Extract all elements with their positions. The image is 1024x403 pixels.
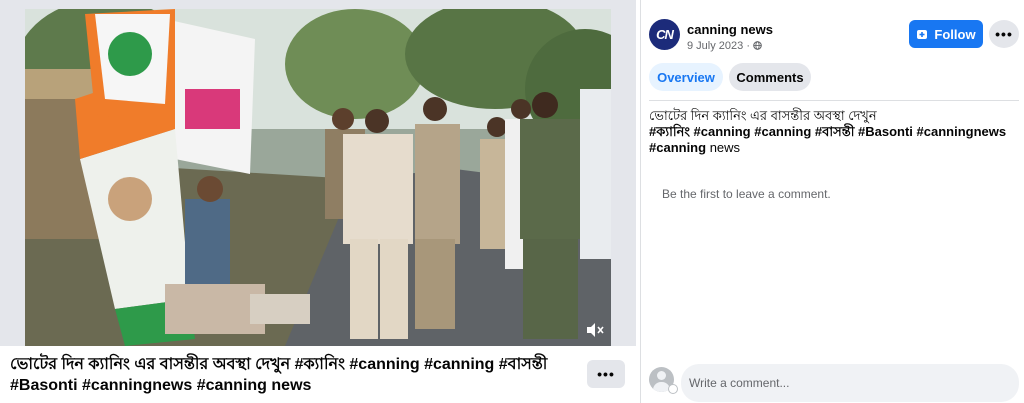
post-details-panel: CN canning news 9 July 2023 · Follow •••…	[640, 0, 1024, 403]
video-caption-bar: ভোটের দিন ক্যানিং এর বাসন্তীর অবস্থা দেখ…	[0, 346, 636, 403]
page-name[interactable]: canning news	[687, 22, 773, 37]
post-trailing-word: news	[709, 140, 741, 155]
page-avatar[interactable]: CN	[649, 19, 680, 50]
media-column: ভোটের দিন ক্যানিং এর বাসন্তীর অবস্থা দেখ…	[0, 0, 636, 403]
more-horizontal-icon: •••	[597, 366, 615, 382]
post-date-sep: ·	[746, 40, 754, 52]
comment-composer	[641, 362, 1024, 403]
tabs-divider	[649, 100, 1019, 101]
globe-icon	[753, 41, 762, 50]
post-viewer: ভোটের দিন ক্যানিং এর বাসন্তীর অবস্থা দেখ…	[0, 0, 1024, 403]
post-hashtags[interactable]: #ক্যানিং #canning #canning #বাসন্তী #Bas…	[649, 124, 1009, 140]
video-frame	[25, 9, 611, 346]
post-text-line: ভোটের দিন ক্যানিং এর বাসন্তীর অবস্থা দেখ…	[649, 108, 877, 123]
more-horizontal-icon: •••	[995, 26, 1013, 42]
chevron-down-icon[interactable]	[668, 384, 678, 394]
page-avatar-logo: CN	[656, 27, 674, 42]
video-player[interactable]	[25, 9, 611, 346]
caption-more-button[interactable]: •••	[587, 360, 625, 388]
post-more-button[interactable]: •••	[989, 20, 1019, 48]
comment-input[interactable]	[681, 364, 1019, 402]
tab-comments[interactable]: Comments	[729, 63, 811, 91]
hashtag-canning[interactable]: #canning	[649, 140, 706, 155]
follow-label: Follow	[934, 26, 976, 42]
post-date[interactable]: 9 July 2023 ·	[687, 40, 762, 52]
empty-comments-message: Be the first to leave a comment.	[662, 187, 831, 201]
post-hashtags-line2: #canning news	[649, 140, 1009, 156]
speaker-muted-icon[interactable]	[585, 322, 605, 338]
post-text: ভোটের দিন ক্যানিং এর বাসন্তীর অবস্থা দেখ…	[649, 108, 1009, 156]
video-caption: ভোটের দিন ক্যানিং এর বাসন্তীর অবস্থা দেখ…	[10, 356, 548, 394]
tab-overview[interactable]: Overview	[649, 63, 723, 91]
follow-page-icon	[917, 30, 928, 39]
follow-button[interactable]: Follow	[909, 20, 983, 48]
post-date-text: 9 July 2023	[687, 40, 744, 52]
